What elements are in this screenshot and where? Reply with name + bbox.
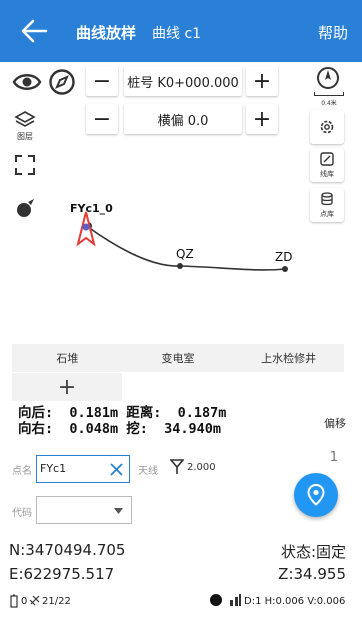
north-coordinate: N:3470494.705 <box>9 541 126 559</box>
antenna-value[interactable]: 2.000 <box>187 462 216 473</box>
quick-code-bar: 石堆 变电室 上水检修井 <box>12 344 344 372</box>
satellite-count: 21/22 <box>42 596 71 607</box>
plus-icon: + <box>57 374 77 400</box>
antenna-icon[interactable] <box>170 459 184 475</box>
precision-readout: D:1 H:0.006 V:0.006 <box>244 596 346 607</box>
antenna-label: 天线 <box>138 466 158 477</box>
battery-icon <box>10 594 18 608</box>
curve-canvas <box>76 211 288 272</box>
point-label-start: FYc1_0 <box>70 202 113 215</box>
help-button[interactable]: 帮助 <box>318 22 348 43</box>
code-label: 代码 <box>12 508 32 519</box>
point-name-value: FYc1 <box>40 462 67 475</box>
stake-point-fab[interactable] <box>294 473 338 517</box>
stake-line-2: 向右: 0.048m 挖: 34.940m <box>18 421 222 437</box>
point-label-zd: ZD <box>275 250 293 264</box>
offset-button[interactable]: 偏移 <box>324 415 346 431</box>
app-header: 曲线放样 曲线 c1 帮助 <box>0 0 362 62</box>
east-coordinate: E:622975.517 <box>9 565 115 583</box>
point-name-input[interactable]: FYc1 <box>36 455 130 483</box>
elevation: Z:34.955 <box>278 565 346 583</box>
point-name-label: 点名 <box>12 466 32 477</box>
quick-code-item[interactable]: 石堆 <box>12 344 123 372</box>
stakeout-info: 向后: 0.181m 距离: 0.187m 向右: 0.048m 挖: 34.9… <box>18 405 226 437</box>
quick-code-item[interactable]: 上水检修井 <box>233 344 344 372</box>
curve-point-qz <box>177 263 183 269</box>
satellite-icon <box>29 595 40 606</box>
page-title: 曲线放样 <box>76 24 137 42</box>
curve-point-zd <box>282 266 288 272</box>
back-arrow-icon[interactable] <box>20 18 48 44</box>
location-pin-icon <box>307 484 325 506</box>
quick-code-item[interactable]: 变电室 <box>123 344 234 372</box>
clear-icon[interactable] <box>110 463 123 476</box>
sats-prefix: 0 <box>21 596 28 607</box>
map-view[interactable]: − 桩号 K0+000.000 + − 横偏 0.0 + 0.4米 图层 线库 … <box>0 62 362 342</box>
code-select[interactable] <box>36 496 132 524</box>
curve-name: 曲线 c1 <box>152 26 202 42</box>
stake-line-1: 向后: 0.181m 距离: 0.187m <box>18 405 227 421</box>
point-count: 1 <box>329 450 338 465</box>
record-indicator-icon <box>210 594 222 606</box>
point-label-qz: QZ <box>176 247 194 261</box>
solution-status: 状态:固定 <box>280 543 346 561</box>
dropdown-icon <box>114 508 123 514</box>
signal-icon <box>230 594 241 606</box>
status-bar: 0 21/22 D:1 H:0.006 V:0.006 <box>0 590 362 614</box>
add-quick-code-button[interactable]: + <box>12 373 122 401</box>
